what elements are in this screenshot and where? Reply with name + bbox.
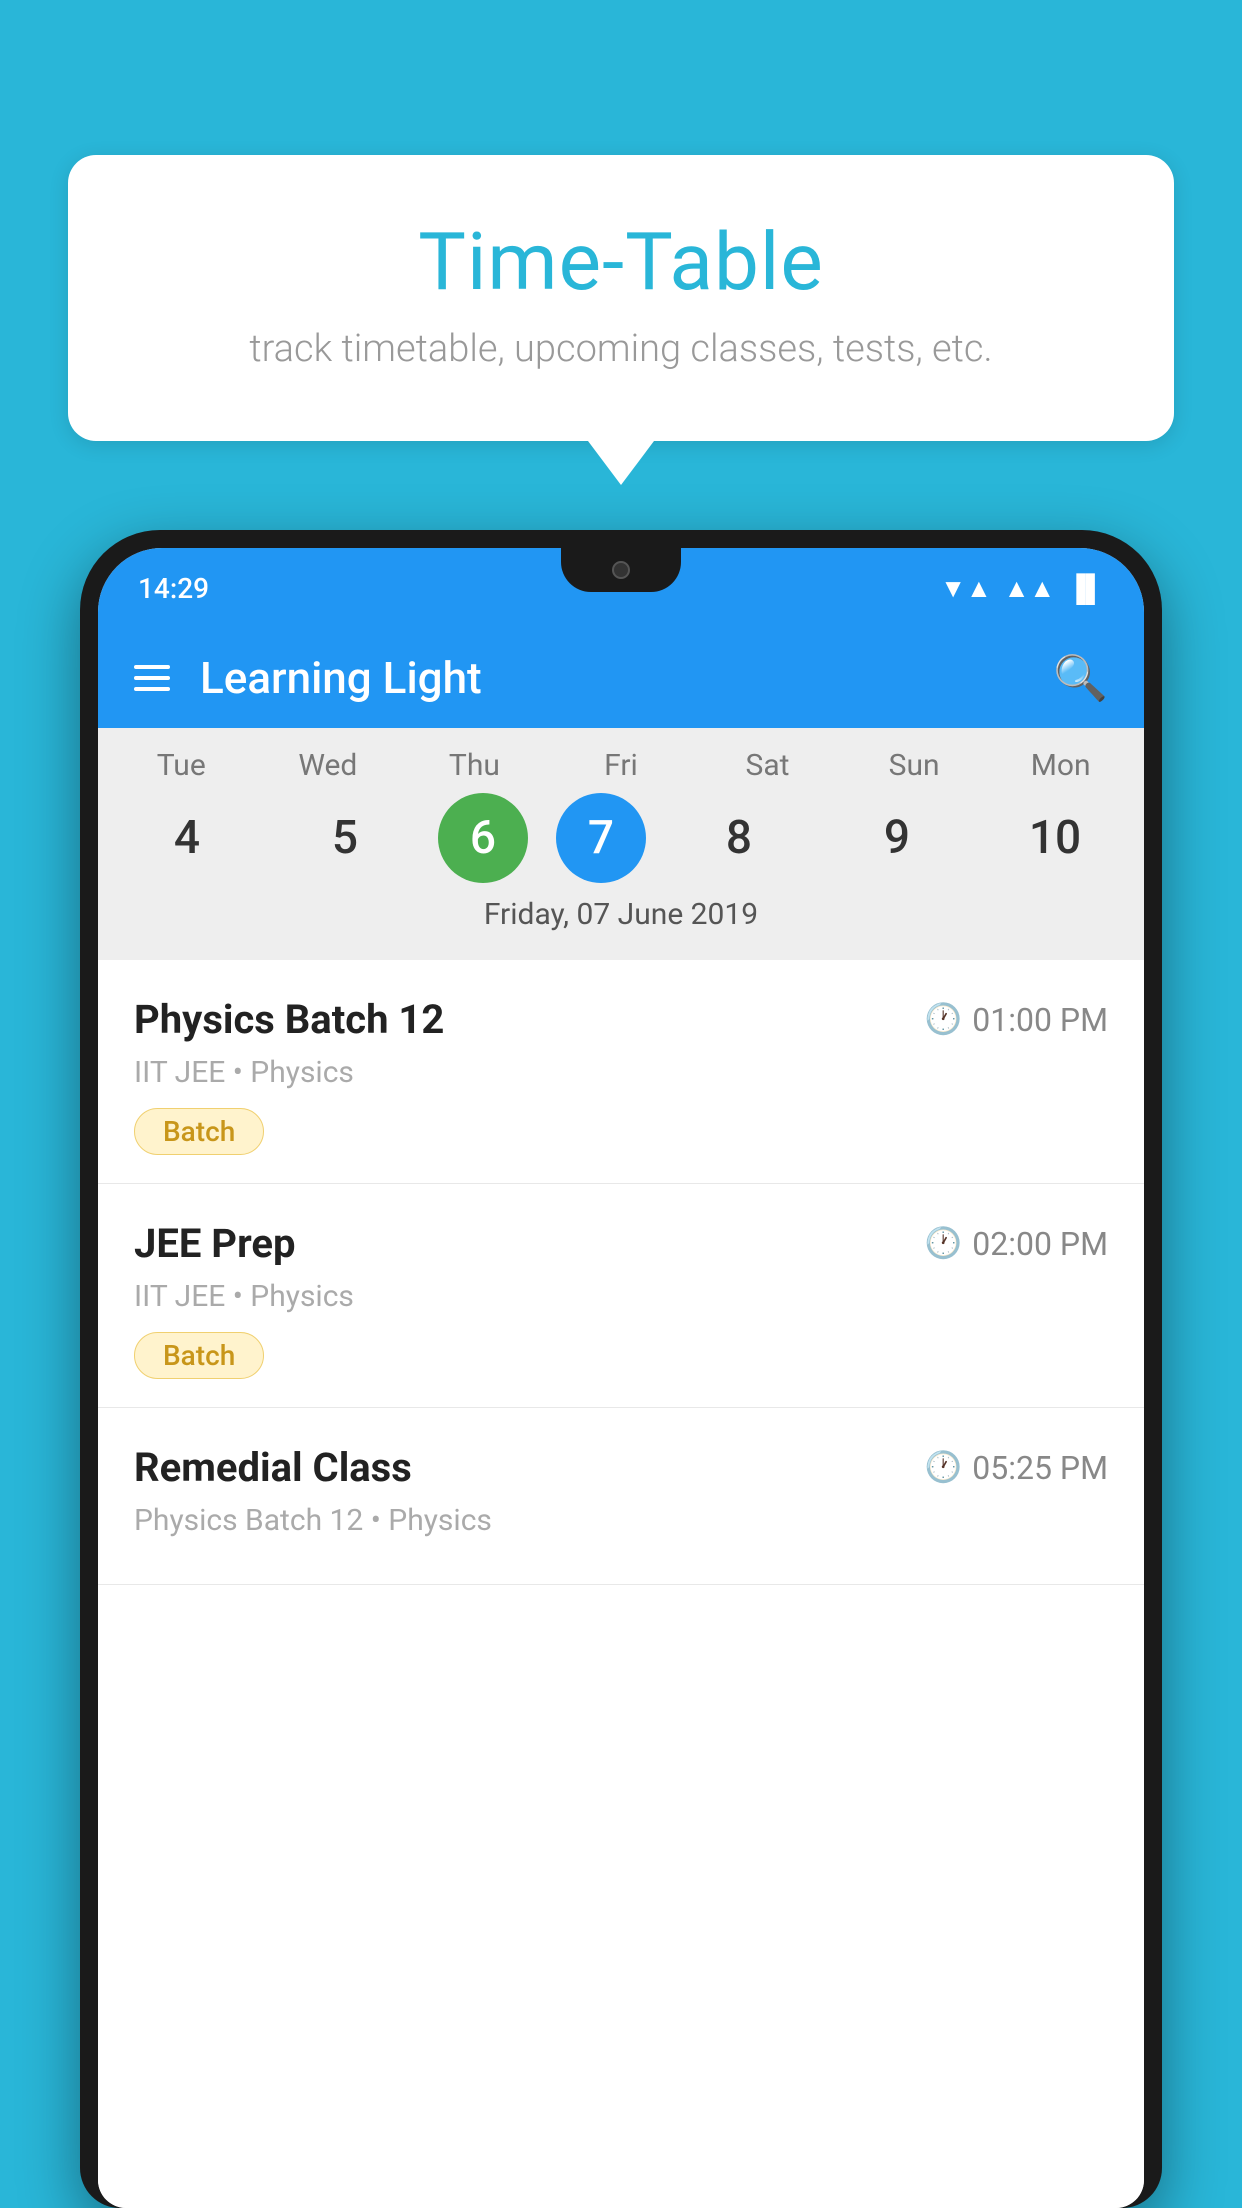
day-numbers: 4 5 6 7 8 9 10	[98, 793, 1144, 883]
bubble-title: Time-Table	[118, 215, 1124, 309]
phone-notch	[561, 548, 681, 592]
badge-2: Batch	[134, 1332, 264, 1379]
day-label-sat[interactable]: Sat	[703, 748, 833, 783]
day-4[interactable]: 4	[122, 793, 252, 883]
selected-date: Friday, 07 June 2019	[98, 897, 1144, 950]
status-icons: ▼▲ ▲▲ ▐▌	[940, 573, 1104, 604]
app-bar: Learning Light 🔍	[98, 628, 1144, 728]
day-10[interactable]: 10	[990, 793, 1120, 883]
schedule-item-sub-1: IIT JEE • Physics	[134, 1055, 1108, 1090]
schedule-item-sub-3: Physics Batch 12 • Physics	[134, 1503, 1108, 1538]
phone-frame: 14:29 ▼▲ ▲▲ ▐▌ Learning Light 🔍 Tue	[80, 530, 1162, 2208]
bubble-subtitle: track timetable, upcoming classes, tests…	[118, 327, 1124, 371]
day-9[interactable]: 9	[832, 793, 962, 883]
signal-icon: ▲▲	[1004, 573, 1055, 604]
schedule-item-time-3: 🕐 05:25 PM	[925, 1449, 1108, 1487]
hamburger-line-1	[134, 665, 170, 669]
app-title: Learning Light	[200, 652, 1053, 704]
status-time: 14:29	[138, 572, 209, 605]
hamburger-line-3	[134, 687, 170, 691]
schedule-item-header-2: JEE Prep 🕐 02:00 PM	[134, 1220, 1108, 1267]
day-label-tue[interactable]: Tue	[116, 748, 246, 783]
schedule-list: Physics Batch 12 🕐 01:00 PM IIT JEE • Ph…	[98, 960, 1144, 2208]
day-label-wed[interactable]: Wed	[263, 748, 393, 783]
camera-dot	[612, 561, 630, 579]
schedule-item-physics-batch[interactable]: Physics Batch 12 🕐 01:00 PM IIT JEE • Ph…	[98, 960, 1144, 1184]
schedule-item-name-1: Physics Batch 12	[134, 996, 444, 1043]
day-label-fri[interactable]: Fri	[556, 748, 686, 783]
schedule-item-jee-prep[interactable]: JEE Prep 🕐 02:00 PM IIT JEE • Physics Ba…	[98, 1184, 1144, 1408]
schedule-item-time-2: 🕐 02:00 PM	[925, 1225, 1108, 1263]
badge-1: Batch	[134, 1108, 264, 1155]
menu-button[interactable]	[134, 665, 170, 691]
schedule-item-remedial[interactable]: Remedial Class 🕐 05:25 PM Physics Batch …	[98, 1408, 1144, 1585]
status-bar: 14:29 ▼▲ ▲▲ ▐▌	[98, 548, 1144, 628]
day-label-sun[interactable]: Sun	[849, 748, 979, 783]
day-5[interactable]: 5	[280, 793, 410, 883]
speech-bubble: Time-Table track timetable, upcoming cla…	[68, 155, 1174, 441]
day-7-selected[interactable]: 7	[556, 793, 646, 883]
day-6-today[interactable]: 6	[438, 793, 528, 883]
wifi-icon: ▼▲	[940, 573, 991, 604]
clock-icon-1: 🕐	[925, 1002, 962, 1037]
schedule-item-name-2: JEE Prep	[134, 1220, 295, 1267]
schedule-item-name-3: Remedial Class	[134, 1444, 412, 1491]
phone-screen: 14:29 ▼▲ ▲▲ ▐▌ Learning Light 🔍 Tue	[98, 548, 1144, 2208]
day-labels: Tue Wed Thu Fri Sat Sun Mon	[98, 748, 1144, 783]
day-8[interactable]: 8	[674, 793, 804, 883]
schedule-item-header-1: Physics Batch 12 🕐 01:00 PM	[134, 996, 1108, 1043]
schedule-item-time-1: 🕐 01:00 PM	[925, 1001, 1108, 1039]
calendar-strip: Tue Wed Thu Fri Sat Sun Mon 4 5 6 7 8 9 …	[98, 728, 1144, 960]
schedule-item-sub-2: IIT JEE • Physics	[134, 1279, 1108, 1314]
clock-icon-3: 🕐	[925, 1450, 962, 1485]
day-label-mon[interactable]: Mon	[996, 748, 1126, 783]
clock-icon-2: 🕐	[925, 1226, 962, 1261]
battery-icon: ▐▌	[1067, 573, 1104, 604]
schedule-item-header-3: Remedial Class 🕐 05:25 PM	[134, 1444, 1108, 1491]
search-button[interactable]: 🔍	[1053, 652, 1108, 704]
hamburger-line-2	[134, 676, 170, 680]
day-label-thu[interactable]: Thu	[409, 748, 539, 783]
